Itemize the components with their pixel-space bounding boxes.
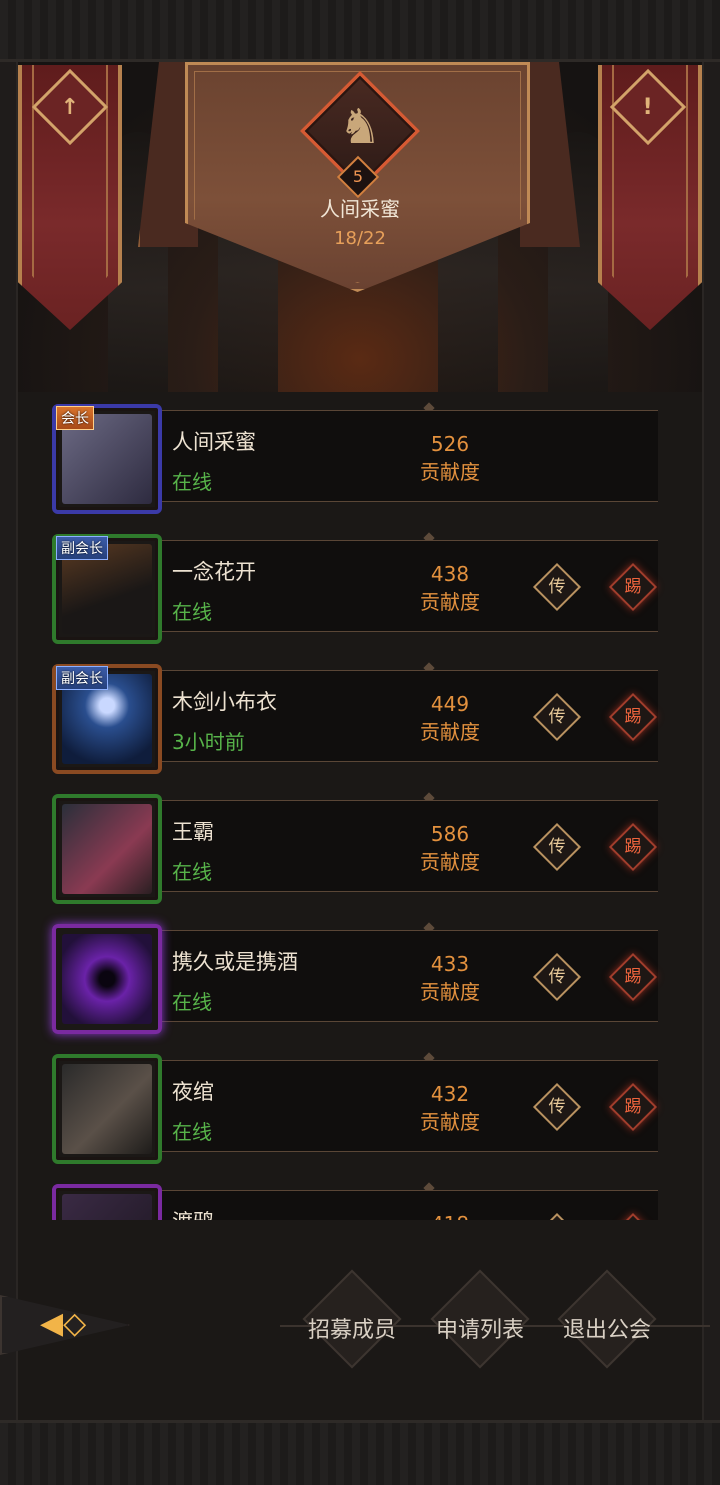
contribution-value: 432 — [430, 1082, 470, 1106]
leave-guild-button[interactable]: 退出公会 — [547, 1269, 667, 1369]
member-row[interactable]: 渡鸦 418 传 踢 — [40, 1178, 680, 1220]
member-name: 人间采蜜 — [172, 430, 256, 454]
member-status: 在线 — [172, 470, 212, 494]
contribution-value: 526 — [430, 432, 470, 456]
member-name: 夜绾 — [172, 1080, 214, 1104]
member-row[interactable]: 携久或是携酒 在线 433 贡献度 传 踢 — [40, 918, 680, 1048]
member-status: 在线 — [172, 600, 212, 624]
recruit-button[interactable]: 招募成员 — [292, 1269, 412, 1369]
avatar[interactable] — [52, 1184, 162, 1220]
member-row[interactable]: 夜绾 在线 432 贡献度 传 踢 — [40, 1048, 680, 1178]
member-name: 王霸 — [172, 820, 214, 844]
avatar[interactable]: 副会长 — [52, 534, 162, 644]
transfer-label: 传 — [548, 1097, 566, 1117]
member-row[interactable]: 副会长 一念花开 在线 438 贡献度 传 踢 — [40, 528, 680, 658]
top-frame — [0, 0, 720, 62]
contribution-label: 贡献度 — [420, 460, 480, 484]
avatar[interactable] — [52, 1054, 162, 1164]
kick-label: 踢 — [624, 707, 642, 727]
member-row[interactable]: 副会长 木剑小布衣 3小时前 449 贡献度 传 踢 — [40, 658, 680, 788]
guild-level: 5 — [352, 167, 364, 186]
contribution-value: 438 — [430, 562, 470, 586]
avatar[interactable]: 会长 — [52, 404, 162, 514]
back-arrow-icon: ◀◇ — [40, 1306, 87, 1341]
transfer-label: 传 — [548, 577, 566, 597]
role-badge: 副会长 — [56, 536, 108, 560]
bottom-frame — [0, 1420, 720, 1485]
member-name: 渡鸦 — [172, 1206, 214, 1220]
guild-name: 人间采蜜 — [320, 197, 400, 221]
member-list[interactable]: 会长 人间采蜜 在线 526 贡献度 副会长 一念花开 在线 438 贡献度 传… — [40, 398, 680, 1220]
avatar[interactable] — [52, 924, 162, 1034]
contribution-value: 433 — [430, 952, 470, 976]
member-name: 一念花开 — [172, 560, 256, 584]
guild-member-count: 18/22 — [334, 228, 386, 249]
recruit-label: 招募成员 — [307, 1318, 396, 1343]
member-status: 在线 — [172, 860, 212, 884]
role-badge: 会长 — [56, 406, 94, 430]
contribution-value: 418 — [410, 1212, 490, 1220]
transfer-label: 传 — [548, 707, 566, 727]
transfer-label: 传 — [548, 967, 566, 987]
kick-label: 踢 — [624, 1097, 642, 1117]
left-frame — [0, 62, 18, 1420]
bottom-action-bar: ◀◇ 招募成员 申请列表 退出公会 — [0, 1269, 720, 1380]
contribution-label: 贡献度 — [420, 720, 480, 744]
applications-label: 申请列表 — [435, 1318, 524, 1343]
member-name: 木剑小布衣 — [172, 690, 277, 714]
contribution-value: 449 — [430, 692, 470, 716]
avatar[interactable] — [52, 794, 162, 904]
right-frame — [702, 62, 720, 1420]
contribution-value: 586 — [430, 822, 470, 846]
transfer-label: 传 — [548, 837, 566, 857]
member-name: 携久或是携酒 — [172, 950, 298, 974]
kick-label: 踢 — [624, 967, 642, 987]
member-status: 在线 — [172, 1120, 212, 1144]
member-row[interactable]: 王霸 在线 586 贡献度 传 踢 — [40, 788, 680, 918]
contribution-label: 贡献度 — [420, 850, 480, 874]
contribution-label: 贡献度 — [420, 980, 480, 1004]
avatar[interactable]: 副会长 — [52, 664, 162, 774]
leave-guild-label: 退出公会 — [562, 1318, 651, 1343]
member-status: 3小时前 — [172, 730, 245, 754]
member-status: 在线 — [172, 990, 212, 1014]
role-badge: 副会长 — [56, 666, 108, 690]
kick-label: 踢 — [624, 837, 642, 857]
unicorn-icon: ♞ — [338, 99, 382, 155]
contribution-label: 贡献度 — [420, 590, 480, 614]
kick-label: 踢 — [624, 577, 642, 597]
member-row[interactable]: 会长 人间采蜜 在线 526 贡献度 — [40, 398, 680, 528]
applications-button[interactable]: 申请列表 — [420, 1269, 540, 1369]
contribution-label: 贡献度 — [420, 1110, 480, 1134]
